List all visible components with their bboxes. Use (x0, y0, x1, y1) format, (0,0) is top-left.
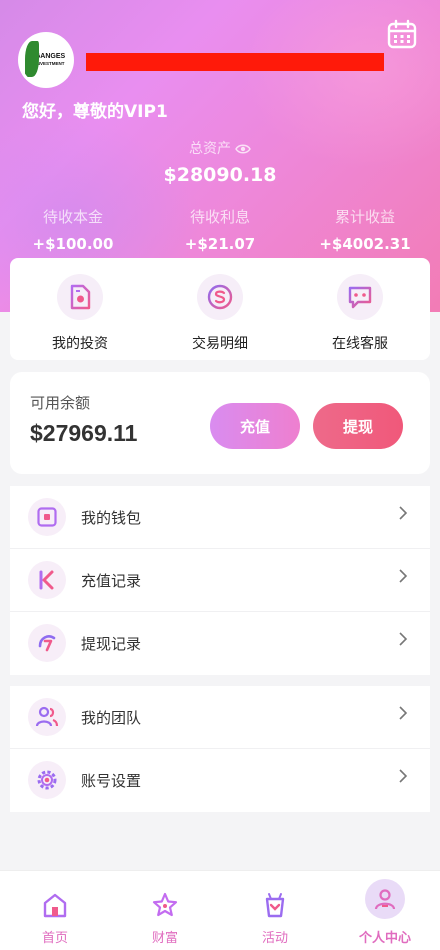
quick-label: 交易明细 (192, 336, 248, 352)
asset-stats: 待收本金 +$100.00 待收利息 +$21.07 累计收益 +$4002.3… (0, 206, 440, 258)
menu-item-account-settings[interactable]: 账号设置 (10, 749, 430, 812)
tab-label: 首页 (41, 931, 68, 946)
available-balance-value: $27969.11 (30, 420, 138, 446)
stat-value: +$4002.31 (319, 235, 411, 253)
transaction-icon (197, 274, 243, 320)
home-icon (0, 881, 110, 919)
stat-pending-principal: 待收本金 +$100.00 (13, 206, 133, 253)
tab-label: 财富 (151, 931, 178, 946)
active-tab-bubble (365, 879, 405, 919)
tab-label: 个人中心 (358, 931, 411, 946)
brand-text: GANGES INVESTMENT (34, 53, 66, 66)
total-assets-value: $28090.18 (163, 164, 277, 186)
quick-transaction-details[interactable]: 交易明细 (150, 274, 290, 353)
quick-actions-card: 我的投资 交易明细 在线客服 (10, 258, 430, 360)
withdraw-button[interactable]: 提现 (313, 403, 403, 449)
avatar[interactable]: GANGES INVESTMENT (18, 32, 74, 88)
menu-item-withdraw-record[interactable]: 提现记录 (10, 612, 430, 675)
tab-profile[interactable]: 个人中心 (330, 879, 440, 946)
team-icon (28, 698, 66, 736)
gift-bag-icon (220, 881, 330, 919)
stat-label: 待收本金 (42, 208, 103, 226)
eye-icon[interactable] (235, 143, 251, 159)
total-assets-label: 总资产 (0, 138, 440, 159)
menu-item-recharge-record[interactable]: 充值记录 (10, 549, 430, 612)
menu-label: 充值记录 (81, 572, 142, 590)
greeting-text: 您好，尊敬的VIP1 (22, 102, 168, 122)
menu-label: 提现记录 (81, 635, 142, 653)
recharge-record-icon (28, 561, 66, 599)
calendar-icon[interactable] (386, 18, 418, 50)
menu-label: 账号设置 (81, 772, 142, 790)
chevron-right-icon (398, 768, 408, 788)
recharge-button[interactable]: 充值 (210, 403, 300, 449)
quick-online-service[interactable]: 在线客服 (290, 274, 430, 353)
user-icon (330, 879, 440, 919)
available-balance-label: 可用余额 (30, 394, 91, 412)
menu-item-team[interactable]: 我的团队 (10, 686, 430, 749)
stat-total-earnings: 累计收益 +$4002.31 (305, 206, 425, 253)
withdraw-record-icon (28, 624, 66, 662)
quick-my-investment[interactable]: 我的投资 (10, 274, 150, 353)
menu-group-account: 我的团队 账号设置 (10, 686, 430, 812)
tab-label: 活动 (261, 931, 288, 946)
menu-item-wallet[interactable]: 我的钱包 (10, 486, 430, 549)
menu-group-finance: 我的钱包 充值记录 提现记录 (10, 486, 430, 675)
chevron-right-icon (398, 631, 408, 651)
stat-label: 累计收益 (334, 208, 395, 226)
leaf-icon (25, 41, 39, 77)
brand-logo: GANGES INVESTMENT (23, 37, 69, 83)
investment-doc-icon (57, 274, 103, 320)
wallet-icon (28, 498, 66, 536)
bottom-tab-bar: 首页 财富 活动 个人中心 (0, 870, 440, 950)
quick-label: 我的投资 (52, 336, 108, 352)
quick-label: 在线客服 (332, 336, 388, 352)
chevron-right-icon (398, 505, 408, 525)
stat-pending-interest: 待收利息 +$21.07 (160, 206, 280, 253)
redacted-username (86, 53, 384, 71)
stat-value: +$21.07 (184, 235, 256, 253)
chevron-right-icon (398, 568, 408, 588)
tab-home[interactable]: 首页 (0, 881, 110, 946)
tab-wealth[interactable]: 财富 (110, 881, 220, 946)
star-icon (110, 881, 220, 919)
chat-service-icon (337, 274, 383, 320)
stat-value: +$100.00 (32, 235, 114, 253)
menu-label: 我的钱包 (81, 509, 142, 527)
stat-label: 待收利息 (189, 208, 250, 226)
chevron-right-icon (398, 705, 408, 725)
settings-gear-icon (28, 761, 66, 799)
menu-label: 我的团队 (81, 709, 142, 727)
balance-card: 可用余额 $27969.11 充值 提现 (10, 372, 430, 474)
tab-activity[interactable]: 活动 (220, 881, 330, 946)
